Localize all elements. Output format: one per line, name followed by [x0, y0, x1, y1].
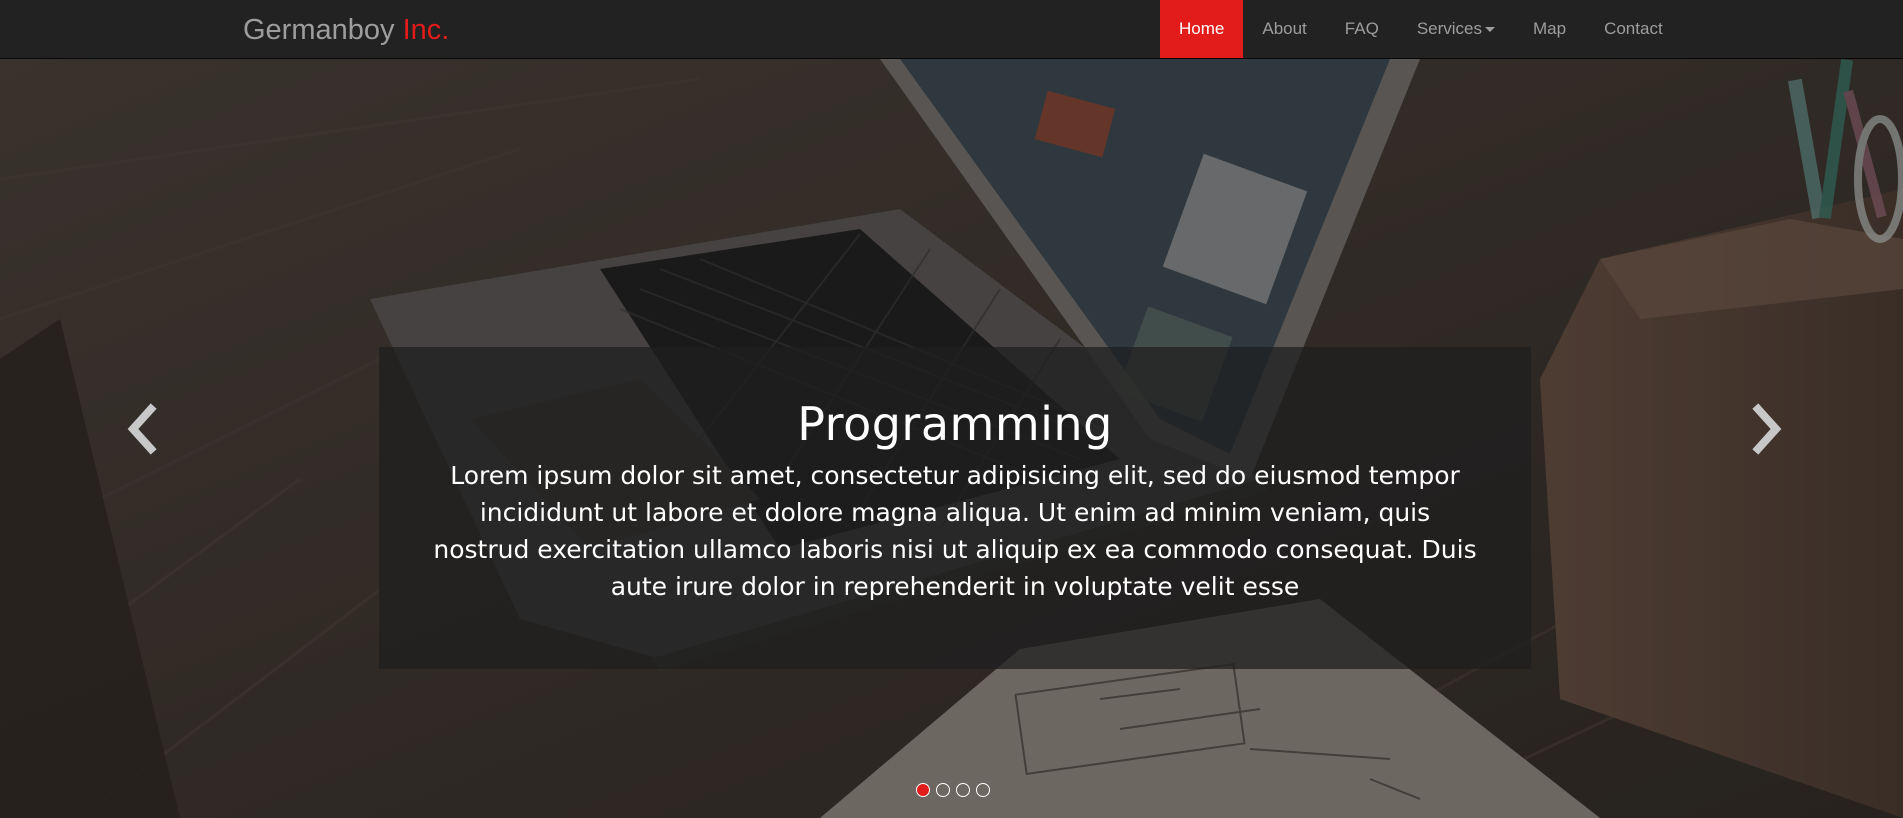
- nav-item-faq[interactable]: FAQ: [1326, 0, 1398, 58]
- brand-suffix: Inc.: [402, 14, 450, 46]
- navbar: Germanboy Inc. Home About FAQ Services M…: [0, 0, 1903, 59]
- caption-text: Lorem ipsum dolor sit amet, consectetur …: [433, 461, 1477, 601]
- nav-item-map[interactable]: Map: [1514, 0, 1585, 58]
- nav-item-contact[interactable]: Contact: [1585, 0, 1682, 58]
- nav-item-services-label: Services: [1416, 19, 1482, 38]
- chevron-left-icon: [127, 403, 157, 455]
- nav-item-home-label: Home: [1179, 19, 1225, 38]
- main-nav: Home About FAQ Services Map Contact: [1160, 0, 1682, 58]
- caption-title: Programming: [797, 397, 1113, 451]
- hero-carousel: Programming Lorem ipsum dolor sit amet, …: [0, 59, 1903, 818]
- carousel-next-control[interactable]: [1742, 399, 1792, 459]
- brand-name: Germanboy: [243, 14, 395, 46]
- nav-item-about-label: About: [1262, 19, 1307, 38]
- nav-item-map-label: Map: [1533, 19, 1567, 38]
- chevron-right-icon: [1752, 403, 1782, 455]
- carousel-indicators: [916, 783, 990, 797]
- carousel-prev-control[interactable]: [117, 399, 167, 459]
- nav-item-about[interactable]: About: [1243, 0, 1325, 58]
- carousel-indicator-4[interactable]: [976, 783, 990, 797]
- carousel-indicator-1[interactable]: [916, 783, 930, 797]
- carousel-indicator-3[interactable]: [956, 783, 970, 797]
- nav-item-home[interactable]: Home: [1160, 0, 1244, 58]
- nav-item-contact-label: Contact: [1604, 19, 1663, 38]
- carousel-indicator-2[interactable]: [936, 783, 950, 797]
- nav-item-services-dropdown[interactable]: Services: [1398, 0, 1514, 58]
- nav-item-faq-label: FAQ: [1344, 19, 1379, 38]
- carousel-caption: Programming Lorem ipsum dolor sit amet, …: [379, 347, 1531, 669]
- brand-logo[interactable]: Germanboy Inc.: [243, 14, 449, 46]
- caret-down-icon: [1485, 26, 1495, 32]
